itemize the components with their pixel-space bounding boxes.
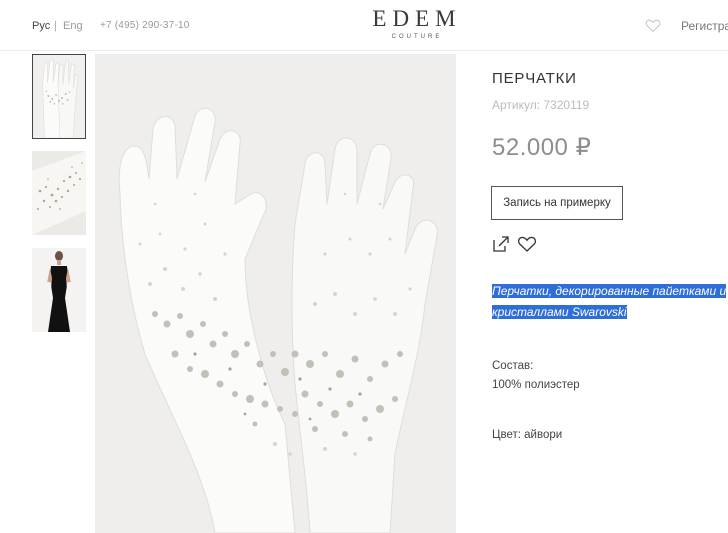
language-separator: |	[54, 20, 57, 32]
product-title: ПЕРЧАТКИ	[492, 70, 577, 87]
share-icon[interactable]	[491, 235, 511, 253]
heart-icon[interactable]	[645, 18, 661, 33]
product-color: Цвет: айвори	[492, 429, 563, 441]
heart-icon[interactable]	[517, 235, 537, 253]
product-description-text: Перчатки, декорированные пайетками и кри…	[492, 284, 727, 319]
product-price: 52.000 ₽	[492, 134, 592, 161]
product-description: Перчатки, декорированные пайетками и кри…	[492, 281, 728, 323]
composition-value: 100% полиэстер	[492, 379, 580, 391]
brand-logo[interactable]: EDEM COUTURE	[363, 6, 471, 41]
book-fitting-button[interactable]: Запись на примерку	[491, 186, 623, 220]
register-link[interactable]: Регистра	[681, 19, 728, 33]
thumbnail-glove-detail[interactable]	[32, 151, 86, 235]
thumbnail-model[interactable]	[32, 248, 86, 332]
logo-text: EDEM	[372, 6, 462, 31]
product-article: Артикул: 7320119	[492, 98, 590, 112]
language-ru-link[interactable]: Рус	[32, 20, 50, 32]
phone-number[interactable]: +7 (495) 290-37-10	[100, 20, 190, 31]
thumbnail-gloves-front[interactable]	[32, 54, 86, 139]
language-en-link[interactable]: Eng	[63, 20, 83, 32]
site-header: Рус | Eng +7 (495) 290-37-10 EDEM COUTUR…	[0, 0, 728, 51]
logo-subtitle: COUTURE	[391, 34, 443, 40]
composition-label: Состав:	[492, 360, 534, 372]
product-main-image[interactable]	[95, 54, 456, 533]
